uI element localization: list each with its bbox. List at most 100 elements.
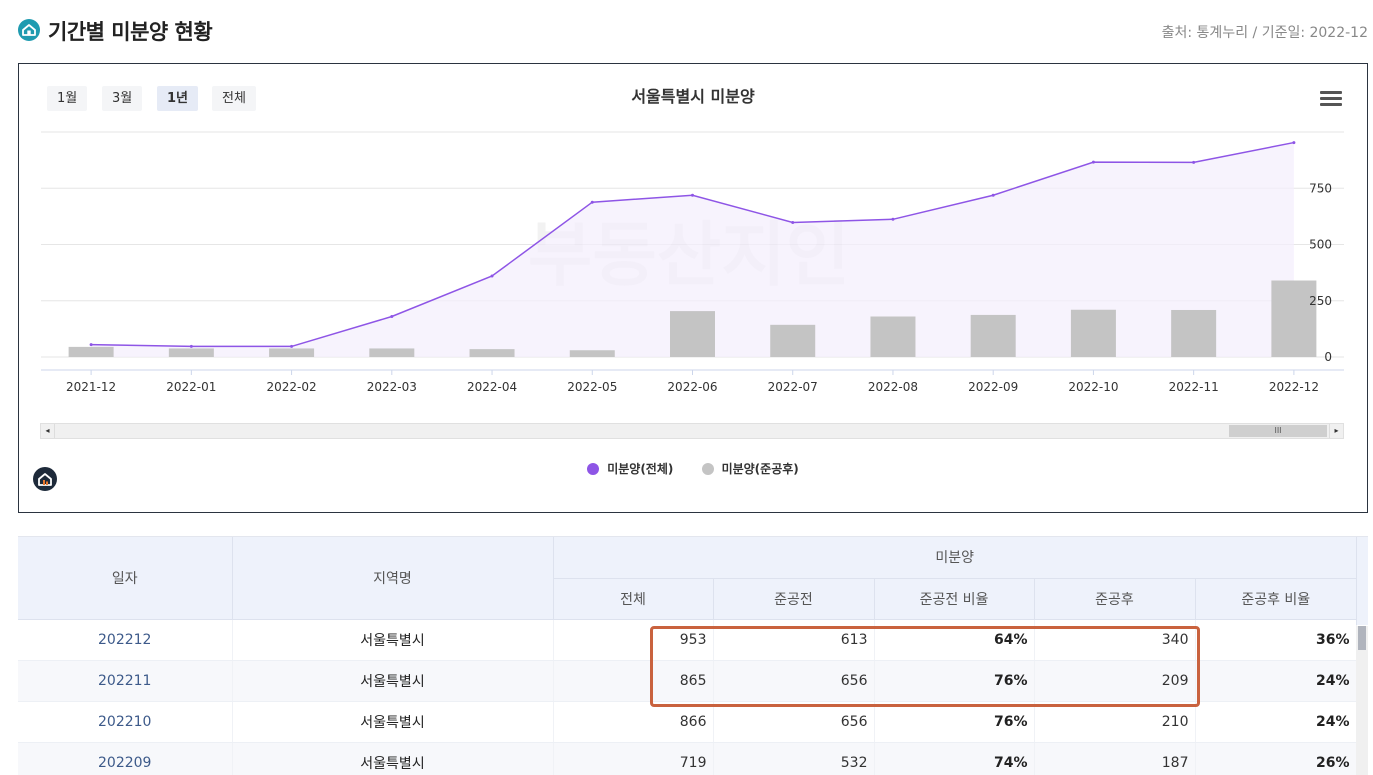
cell-pre-ratio: 76% <box>874 701 1035 743</box>
chart-title: 서울특별시 미분양 <box>631 87 755 106</box>
x-tick-label: 2022-12 <box>1269 380 1319 394</box>
page-header: 기간별 미분양 현황 출처: 통계누리 / 기준일: 2022-12 <box>18 14 1368 46</box>
bar-mark <box>1171 309 1217 357</box>
cell-total: 866 <box>553 701 714 743</box>
bar-mark <box>970 314 1016 357</box>
cell-post: 340 <box>1034 619 1196 661</box>
x-tick-label: 2022-01 <box>166 380 216 394</box>
line-point <box>1091 160 1095 164</box>
bar-mark <box>469 349 515 357</box>
legend-label-completed: 미분양(준공후) <box>721 462 799 476</box>
scroll-right-arrow-icon[interactable]: ▸ <box>1329 424 1343 438</box>
cell-date: 202209 <box>18 742 233 775</box>
y-tick-label: 750 <box>1309 181 1332 195</box>
table-row: 202211 서울특별시 865 656 76% 209 24% <box>18 660 1357 702</box>
table-scroll-thumb[interactable] <box>1358 626 1366 650</box>
col-header-total[interactable]: 전체 <box>553 578 714 620</box>
chart-horizontal-scrollbar[interactable]: ◂ III ▸ <box>40 423 1344 439</box>
cell-post-ratio: 24% <box>1195 701 1357 743</box>
bar-mark <box>870 316 916 357</box>
x-tick-label: 2022-11 <box>1169 380 1219 394</box>
y-tick-label: 500 <box>1309 238 1332 252</box>
legend-label-total: 미분양(전체) <box>607 462 674 476</box>
cell-region: 서울특별시 <box>232 701 554 743</box>
legend-dot-completed-icon <box>701 462 714 475</box>
col-header-pre[interactable]: 준공전 <box>713 578 875 620</box>
line-point <box>290 344 294 348</box>
table-header-scroll-pad <box>1356 537 1368 625</box>
col-header-region[interactable]: 지역명 <box>232 537 554 620</box>
cell-date: 202211 <box>18 660 233 702</box>
cell-pre: 613 <box>713 619 875 661</box>
bar-mark <box>1070 309 1116 357</box>
col-header-pre-ratio[interactable]: 준공전 비율 <box>874 578 1035 620</box>
legend-item-completed[interactable]: 미분양(준공후) <box>701 460 799 477</box>
cell-post-ratio: 26% <box>1195 742 1357 775</box>
line-point <box>1192 160 1196 164</box>
bar-mark <box>369 348 415 357</box>
cell-pre: 656 <box>713 660 875 702</box>
house-icon <box>18 19 40 41</box>
chart-panel: 부동산지인2021-122022-012022-022022-032022-04… <box>18 63 1368 513</box>
x-tick-label: 2022-10 <box>1068 380 1118 394</box>
col-header-post[interactable]: 준공후 <box>1034 578 1196 620</box>
cell-total: 719 <box>553 742 714 775</box>
x-tick-label: 2022-02 <box>267 380 317 394</box>
col-header-post-ratio[interactable]: 준공후 비율 <box>1195 578 1356 620</box>
cell-post: 209 <box>1034 660 1196 702</box>
cell-date: 202210 <box>18 701 233 743</box>
group-header-unsold: 미분양 <box>553 537 1356 579</box>
unsold-table: 일자 지역명 미분양 전체 준공전 준공전 비율 준공후 준공후 비율 2022… <box>18 537 1357 775</box>
table-row: 202212 서울특별시 953 613 64% 340 36% <box>18 619 1357 661</box>
cell-pre: 656 <box>713 701 875 743</box>
source-text: 출처: 통계누리 / 기준일: 2022-12 <box>1161 25 1368 41</box>
cell-region: 서울특별시 <box>232 619 554 661</box>
line-point <box>991 193 995 197</box>
scroll-left-arrow-icon[interactable]: ◂ <box>41 424 55 438</box>
y-tick-label: 0 <box>1324 350 1332 364</box>
chart-legend: 미분양(전체) 미분양(준공후) <box>19 460 1367 478</box>
cell-region: 서울특별시 <box>232 742 554 775</box>
scroll-thumb[interactable]: III <box>1229 425 1327 437</box>
col-header-date[interactable]: 일자 <box>18 537 233 620</box>
table-row: 202210 서울특별시 866 656 76% 210 24% <box>18 701 1357 743</box>
bar-mark <box>168 348 214 357</box>
x-tick-label: 2022-08 <box>868 380 918 394</box>
x-tick-label: 2022-07 <box>768 380 818 394</box>
bar-mark <box>269 348 315 357</box>
x-tick-label: 2022-05 <box>567 380 617 394</box>
y-tick-label: 250 <box>1309 294 1332 308</box>
line-point <box>1292 141 1296 145</box>
line-point <box>791 220 795 224</box>
bar-mark <box>569 350 615 357</box>
bar-mark <box>670 311 715 357</box>
cell-pre-ratio: 76% <box>874 660 1035 702</box>
table-row: 202209 서울특별시 719 532 74% 187 26% <box>18 742 1357 775</box>
data-table-container: 일자 지역명 미분양 전체 준공전 준공전 비율 준공후 준공후 비율 2022… <box>18 536 1368 775</box>
page-title: 기간별 미분양 현황 <box>48 20 213 44</box>
chart-canvas: 부동산지인2021-122022-012022-022022-032022-04… <box>41 131 1344 394</box>
x-tick-label: 2021-12 <box>66 380 116 394</box>
line-point <box>390 315 394 318</box>
cell-date: 202212 <box>18 619 233 661</box>
cell-region: 서울특별시 <box>232 660 554 702</box>
bar-mark <box>770 324 816 357</box>
line-point <box>189 344 193 348</box>
x-tick-label: 2022-06 <box>667 380 717 394</box>
legend-item-total[interactable]: 미분양(전체) <box>587 460 673 477</box>
hamburger-menu-icon[interactable] <box>1320 91 1342 109</box>
cell-post: 187 <box>1034 742 1196 775</box>
cell-pre-ratio: 64% <box>874 619 1035 661</box>
cell-total: 953 <box>553 619 714 661</box>
line-point <box>691 193 694 197</box>
cell-total: 865 <box>553 660 714 702</box>
table-vertical-scrollbar[interactable] <box>1356 626 1368 775</box>
bar-mark <box>68 346 114 357</box>
x-tick-label: 2022-03 <box>367 380 417 394</box>
cell-post: 210 <box>1034 701 1196 743</box>
line-point <box>490 274 494 278</box>
line-point <box>891 217 895 221</box>
x-tick-label: 2022-04 <box>467 380 517 394</box>
cell-pre: 532 <box>713 742 875 775</box>
line-point <box>89 343 93 347</box>
